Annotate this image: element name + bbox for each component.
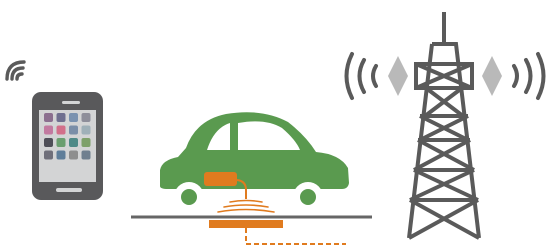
phone-app-icon bbox=[81, 138, 91, 147]
phone-app-icon bbox=[44, 150, 53, 160]
smartphone-icon bbox=[32, 92, 103, 200]
tower-lattice bbox=[407, 12, 481, 240]
charging-pad bbox=[209, 220, 283, 228]
phone-app-icon bbox=[81, 113, 91, 122]
phone-home-button bbox=[56, 188, 82, 192]
phone-app-icon bbox=[44, 113, 53, 122]
charging-cable bbox=[245, 228, 346, 245]
phone-app-icon bbox=[56, 150, 66, 160]
phone-app-icon bbox=[44, 138, 53, 147]
wifi-icon bbox=[5, 60, 26, 81]
phone-app-icon bbox=[69, 138, 78, 147]
phone-app-icon bbox=[69, 150, 78, 160]
electric-car-icon bbox=[160, 112, 349, 212]
phone-app-icon bbox=[44, 125, 53, 135]
car-wheel-rear-hub bbox=[300, 189, 316, 205]
cell-tower-icon bbox=[344, 12, 546, 240]
diagram-canvas bbox=[5, 12, 546, 245]
car-wheel-front-hub bbox=[181, 189, 197, 205]
phone-app-icon bbox=[69, 125, 78, 135]
phone-app-icon bbox=[56, 113, 66, 122]
phone-speaker bbox=[62, 101, 80, 104]
phone-app-icon bbox=[56, 125, 66, 135]
phone-app-icon bbox=[56, 138, 66, 147]
phone-app-icon bbox=[81, 150, 91, 160]
car-receiver-box bbox=[204, 172, 237, 186]
wireless-charging-diagram bbox=[0, 0, 547, 248]
phone-app-icon bbox=[69, 113, 78, 122]
phone-app-icon bbox=[81, 125, 91, 135]
charging-waves bbox=[217, 199, 275, 213]
